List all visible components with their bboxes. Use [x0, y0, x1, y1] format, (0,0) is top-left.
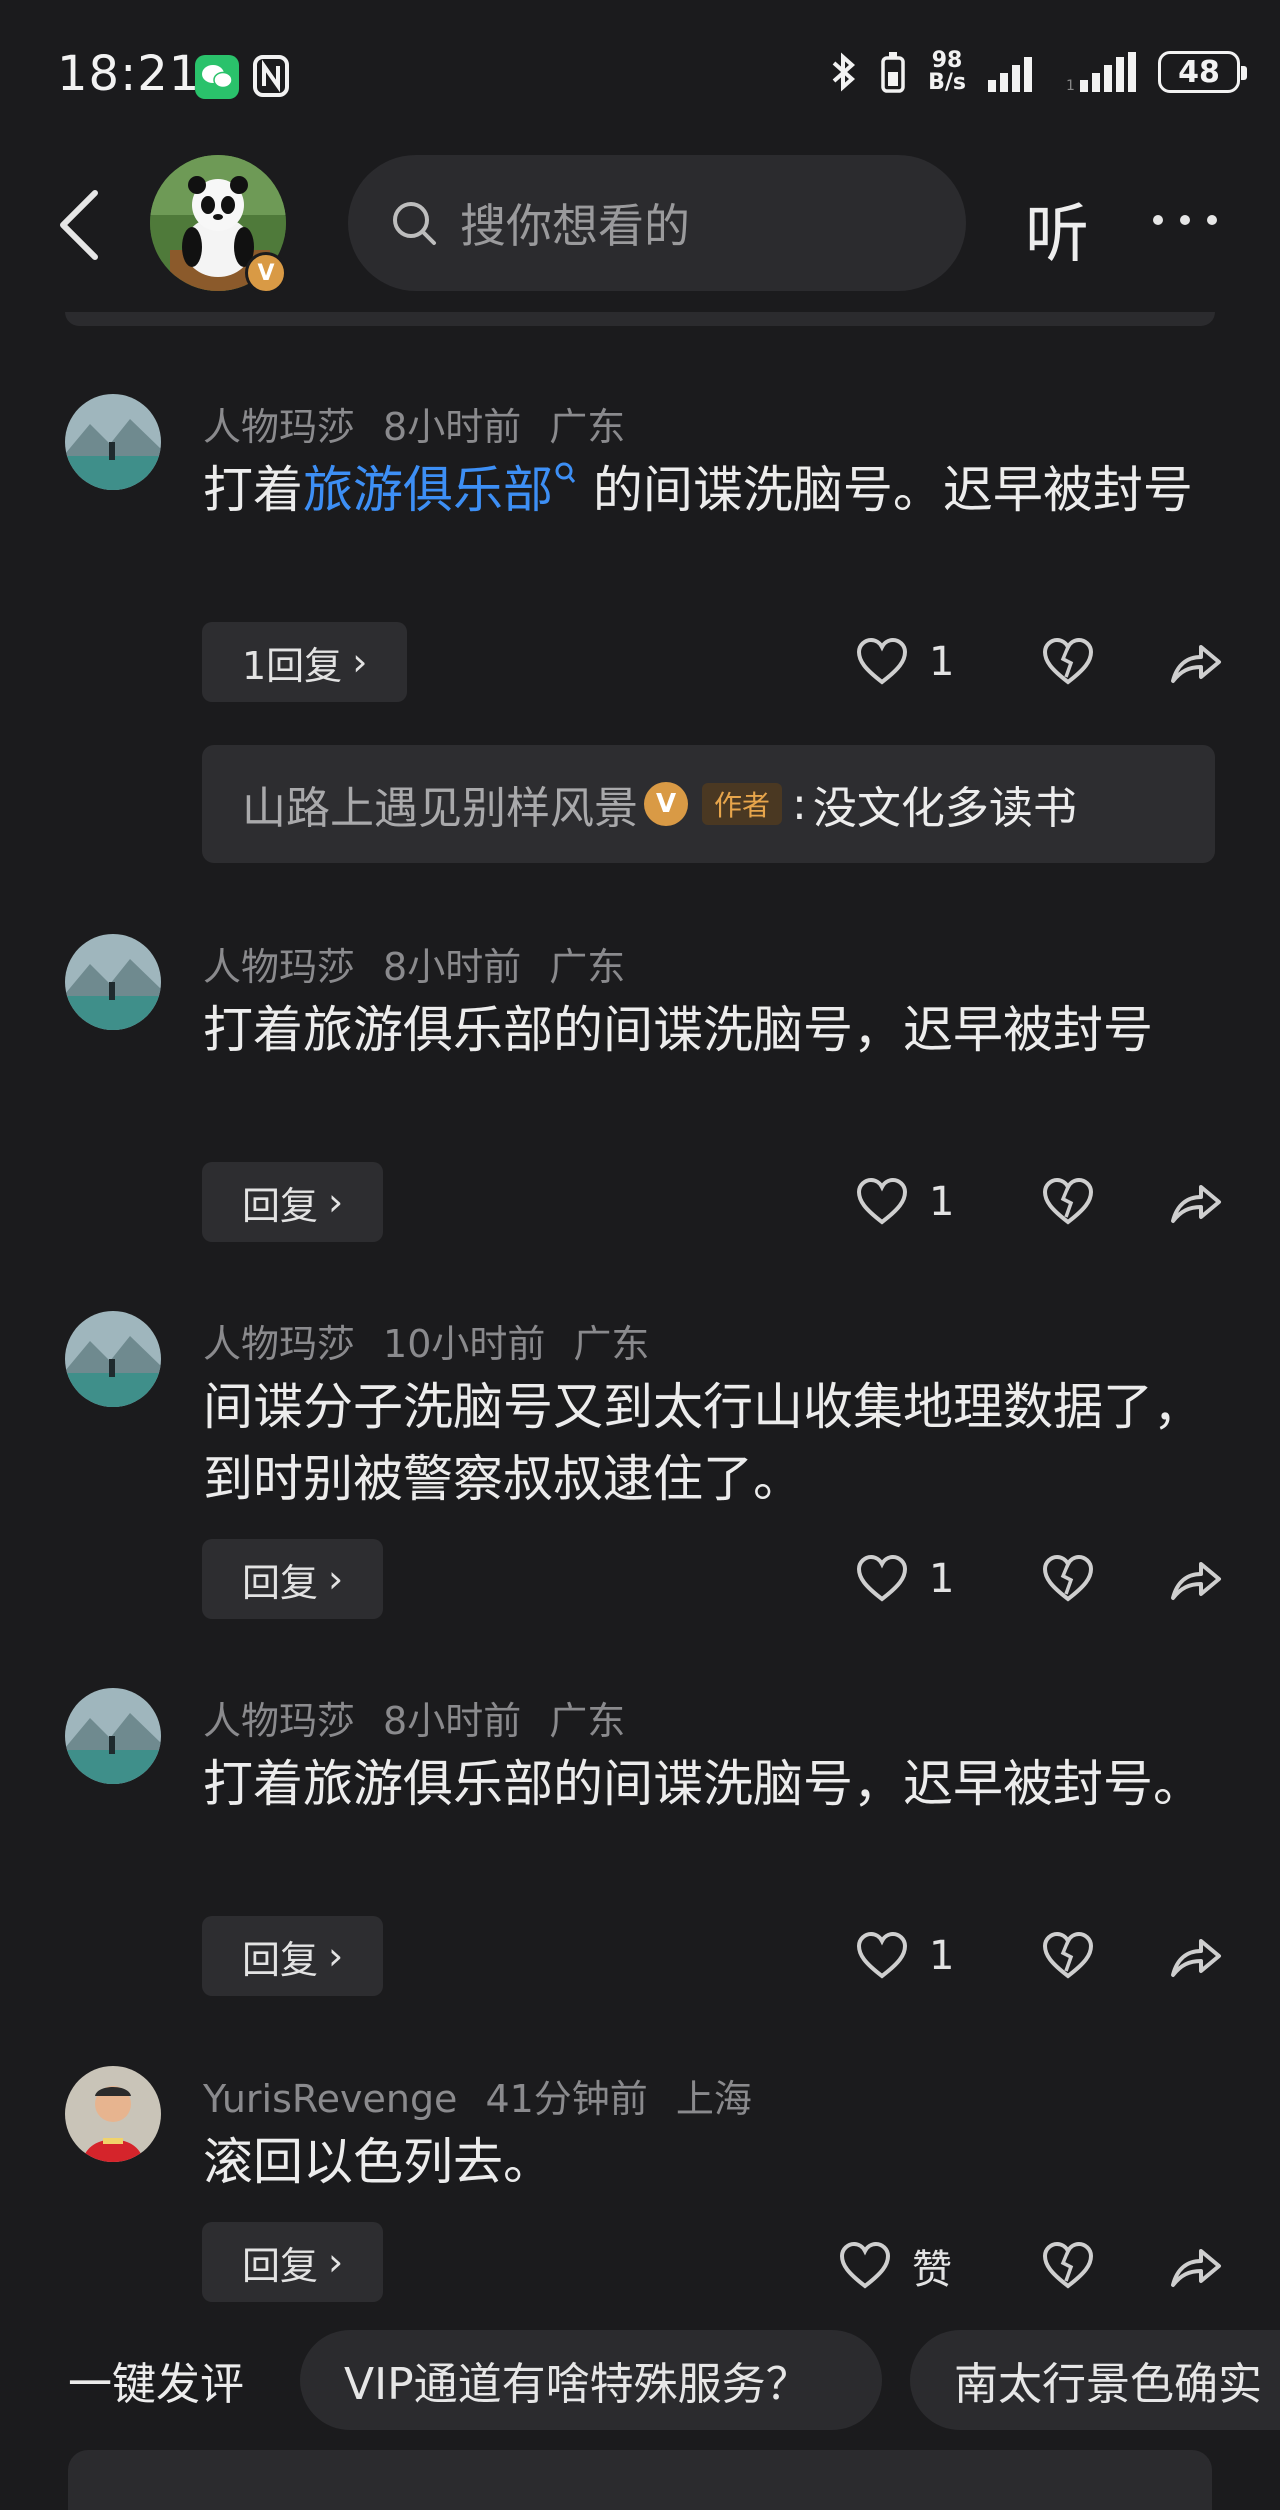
broken-heart-icon[interactable] — [1041, 637, 1095, 687]
reply-button[interactable]: 回复 › — [202, 1916, 384, 1996]
search-input[interactable]: 搜你想看的 — [348, 155, 966, 291]
author-reply[interactable]: 山路上遇见别样风景 V 作者 : 没文化多读书 — [202, 745, 1215, 863]
avatar[interactable] — [65, 394, 161, 490]
verified-badge: V — [245, 252, 287, 294]
avatar[interactable] — [65, 934, 161, 1030]
battery-indicator: 48 — [1158, 51, 1247, 93]
share-icon[interactable] — [1169, 1931, 1223, 1981]
wechat-icon — [195, 55, 239, 99]
like-count: 1 — [929, 1556, 955, 1602]
svg-text:1: 1 — [1066, 78, 1075, 92]
network-speed: 98 B/s — [928, 48, 966, 95]
reply-text: 没文化多读书 — [812, 783, 1077, 834]
comment-text: 间谍分子洗脑号又到太行山收集地理数据了，到时别被警察叔叔逮住了。 — [203, 1378, 1203, 1508]
reply-button[interactable]: 1回复 › — [202, 622, 408, 702]
share-icon[interactable] — [1169, 1177, 1223, 1227]
quick-comment-chip[interactable]: VIP通道有啥特殊服务？ — [300, 2330, 882, 2430]
share-icon[interactable] — [1169, 637, 1223, 687]
like-label: 赞 — [912, 2247, 952, 2293]
content-card-edge — [65, 312, 1215, 326]
comment-text: 打着旅游俱乐部的间谍洗脑号，迟早被封号 — [203, 1001, 1153, 1059]
heart-icon[interactable] — [838, 2241, 892, 2291]
comment-meta: 人物玛莎 8小时前 广东 — [203, 405, 626, 449]
back-icon[interactable] — [55, 185, 105, 265]
like-count: 1 — [929, 1179, 955, 1225]
reply-author-name[interactable]: 山路上遇见别样风景 — [242, 772, 638, 836]
reply-button[interactable]: 回复 › — [202, 2222, 384, 2302]
heart-icon[interactable] — [855, 1931, 909, 1981]
reply-button[interactable]: 回复 › — [202, 1539, 384, 1619]
author-tag: 作者 — [702, 783, 783, 825]
comment-actions: 1 — [855, 637, 1223, 687]
chevron-right-icon: › — [328, 1180, 344, 1224]
comment-input-bar[interactable] — [68, 2450, 1212, 2510]
comment-actions: 1 — [855, 1177, 1223, 1227]
heart-icon[interactable] — [855, 637, 909, 687]
comment-text: 滚回以色列去。 — [203, 2133, 553, 2191]
bluetooth-icon — [832, 52, 856, 92]
status-indicators: 98 B/s 1 48 — [830, 48, 1247, 95]
topic-link[interactable]: 旅游俱乐部 — [303, 461, 553, 519]
like-count: 1 — [929, 1933, 955, 1979]
share-icon[interactable] — [1169, 1554, 1223, 1604]
comment-text: 打着旅游俱乐部 的间谍洗脑号。迟早被封号 — [203, 461, 1193, 519]
comment-actions: 1 — [855, 1554, 1223, 1604]
comment-meta: 人物玛莎 8小时前 广东 — [203, 945, 626, 989]
search-placeholder: 搜你想看的 — [460, 199, 690, 253]
comment-meta: YurisRevenge 41分钟前 上海 — [203, 2077, 752, 2121]
nfc-icon — [252, 54, 290, 98]
heart-icon[interactable] — [855, 1177, 909, 1227]
verified-badge: V — [644, 782, 688, 826]
chevron-right-icon: › — [352, 640, 368, 684]
status-time: 18:21 — [57, 46, 201, 102]
chevron-right-icon: › — [328, 1934, 344, 1978]
share-icon[interactable] — [1169, 2241, 1223, 2291]
broken-heart-icon[interactable] — [1041, 1931, 1095, 1981]
comment-meta: 人物玛莎 8小时前 广东 — [203, 1699, 626, 1743]
search-icon — [393, 202, 436, 245]
comment-actions: 1 — [855, 1931, 1223, 1981]
signal-icon — [988, 57, 1032, 92]
avatar[interactable] — [65, 2066, 161, 2162]
like-count: 1 — [929, 639, 955, 685]
signal-icon-2: 1 — [1066, 52, 1136, 92]
comment-text: 打着旅游俱乐部的间谍洗脑号，迟早被封号。 — [203, 1755, 1203, 1813]
vibrate-battery-icon — [881, 52, 905, 93]
comment-actions: 赞 — [838, 2237, 1223, 2295]
avatar[interactable] — [65, 1688, 161, 1784]
listen-button[interactable]: 听 — [1025, 183, 1089, 275]
broken-heart-icon[interactable] — [1041, 1554, 1095, 1604]
comment-meta: 人物玛莎 10小时前 广东 — [203, 1322, 650, 1366]
more-icon[interactable] — [1150, 210, 1220, 230]
heart-icon[interactable] — [855, 1554, 909, 1604]
search-mini-icon — [555, 462, 576, 483]
quick-comment-chip[interactable]: 南太行景色确实 — [910, 2330, 1280, 2430]
chevron-right-icon: › — [328, 2240, 344, 2284]
avatar[interactable] — [65, 1311, 161, 1407]
chevron-right-icon: › — [328, 1557, 344, 1601]
broken-heart-icon[interactable] — [1041, 1177, 1095, 1227]
broken-heart-icon[interactable] — [1041, 2241, 1095, 2291]
reply-button[interactable]: 回复 › — [202, 1162, 384, 1242]
quick-comment-label: 一键发评 — [68, 2359, 244, 2410]
